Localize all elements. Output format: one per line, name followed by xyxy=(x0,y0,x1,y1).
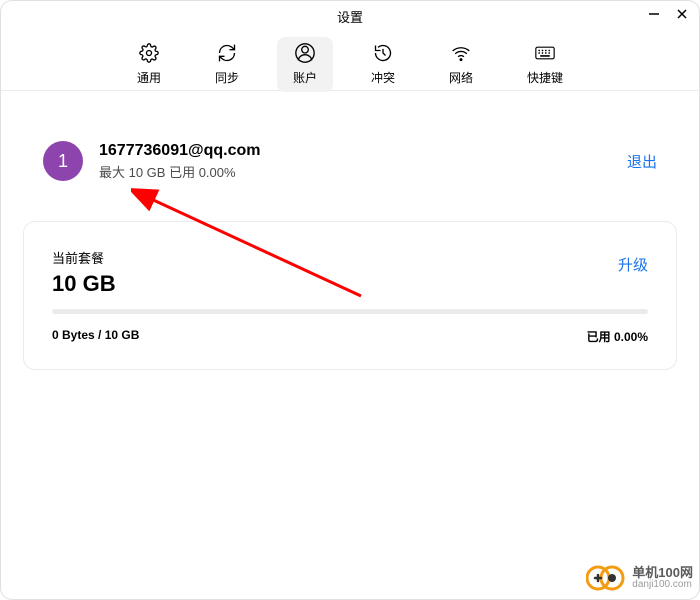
tab-shortcuts[interactable]: 快捷键 xyxy=(511,37,579,92)
history-icon xyxy=(373,43,393,63)
plan-size: 10 GB xyxy=(52,271,116,297)
usage-row: 0 Bytes / 10 GB 已用 0.00% xyxy=(52,328,648,345)
usage-bytes: 0 Bytes / 10 GB xyxy=(52,328,139,345)
keyboard-icon xyxy=(535,43,555,63)
content: 1 1677736091@qq.com 最大 10 GB 已用 0.00% 退出… xyxy=(1,91,699,370)
watermark-sub: danji100.com xyxy=(632,580,693,590)
tab-label-account: 账户 xyxy=(293,69,317,86)
title-bar: 设置 xyxy=(1,1,699,31)
minimize-button[interactable] xyxy=(647,7,661,21)
window-controls xyxy=(647,7,689,21)
header: 设置 通用 同步 xyxy=(1,1,699,91)
tab-label-conflict: 冲突 xyxy=(371,69,395,86)
storage-progress-bar xyxy=(52,309,648,314)
avatar-initial: 1 xyxy=(58,151,68,172)
watermark-logo-icon xyxy=(586,563,626,593)
usage-percent: 已用 0.00% xyxy=(587,328,648,345)
wifi-icon xyxy=(451,43,471,63)
logout-link[interactable]: 退出 xyxy=(627,151,657,172)
tab-sync[interactable]: 同步 xyxy=(199,37,255,92)
tab-general[interactable]: 通用 xyxy=(121,37,177,92)
window-title: 设置 xyxy=(337,7,363,26)
user-icon xyxy=(295,43,315,63)
minimize-icon xyxy=(648,8,660,20)
account-row: 1 1677736091@qq.com 最大 10 GB 已用 0.00% 退出 xyxy=(23,141,677,181)
settings-window: 设置 通用 同步 xyxy=(0,0,700,600)
tab-label-shortcuts: 快捷键 xyxy=(527,69,563,86)
upgrade-link[interactable]: 升级 xyxy=(618,254,648,275)
tab-conflict[interactable]: 冲突 xyxy=(355,37,411,92)
plan-info: 当前套餐 10 GB xyxy=(52,248,116,297)
tabs: 通用 同步 账户 冲突 xyxy=(1,31,699,92)
watermark: 单机100网 danji100.com xyxy=(586,563,693,593)
tab-account[interactable]: 账户 xyxy=(277,37,333,92)
watermark-text: 单机100网 danji100.com xyxy=(632,566,693,590)
tab-label-general: 通用 xyxy=(137,69,161,86)
tab-network[interactable]: 网络 xyxy=(433,37,489,92)
current-plan-label: 当前套餐 xyxy=(52,248,116,267)
watermark-main: 单机100网 xyxy=(632,566,693,579)
tab-label-network: 网络 xyxy=(449,69,473,86)
avatar: 1 xyxy=(43,141,83,181)
account-info: 1677736091@qq.com 最大 10 GB 已用 0.00% xyxy=(99,142,611,181)
close-icon xyxy=(676,8,688,20)
close-button[interactable] xyxy=(675,7,689,21)
gear-icon xyxy=(139,43,159,63)
account-email: 1677736091@qq.com xyxy=(99,142,611,160)
tab-label-sync: 同步 xyxy=(215,69,239,86)
account-storage-summary: 最大 10 GB 已用 0.00% xyxy=(99,162,611,181)
sync-icon xyxy=(217,43,237,63)
plan-top: 当前套餐 10 GB 升级 xyxy=(52,248,648,297)
plan-card: 当前套餐 10 GB 升级 0 Bytes / 10 GB 已用 0.00% xyxy=(23,221,677,370)
